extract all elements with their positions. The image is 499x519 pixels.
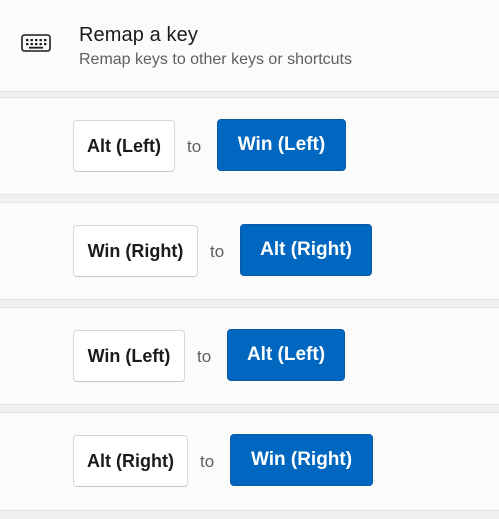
to-label: to bbox=[187, 137, 202, 156]
mapping-row: Win (Left) to Alt (Left) bbox=[0, 307, 499, 405]
mapping-row: Alt (Right) to Win (Right) bbox=[0, 412, 499, 511]
page-title: Remap a key bbox=[79, 24, 198, 46]
target-key-button[interactable]: Alt (Left) bbox=[227, 329, 345, 381]
mapping-row: Win (Right) to Alt (Right) bbox=[0, 202, 499, 300]
source-key-button[interactable]: Alt (Left) bbox=[73, 120, 175, 172]
remap-key-header[interactable]: Remap a key Remap keys to other keys or … bbox=[0, 0, 499, 92]
target-key-button[interactable]: Win (Left) bbox=[217, 119, 346, 171]
target-key-button[interactable]: Alt (Right) bbox=[240, 224, 372, 276]
mapping-row: Alt (Left) to Win (Left) bbox=[0, 97, 499, 195]
to-label: to bbox=[210, 242, 225, 261]
page-subtitle: Remap keys to other keys or shortcuts bbox=[79, 51, 352, 68]
source-key-button[interactable]: Alt (Right) bbox=[73, 435, 188, 487]
to-label: to bbox=[200, 452, 215, 471]
source-key-button[interactable]: Win (Left) bbox=[73, 330, 185, 382]
to-label: to bbox=[197, 347, 212, 366]
target-key-button[interactable]: Win (Right) bbox=[230, 434, 373, 486]
source-key-button[interactable]: Win (Right) bbox=[73, 225, 198, 277]
keyboard-icon bbox=[21, 34, 51, 52]
